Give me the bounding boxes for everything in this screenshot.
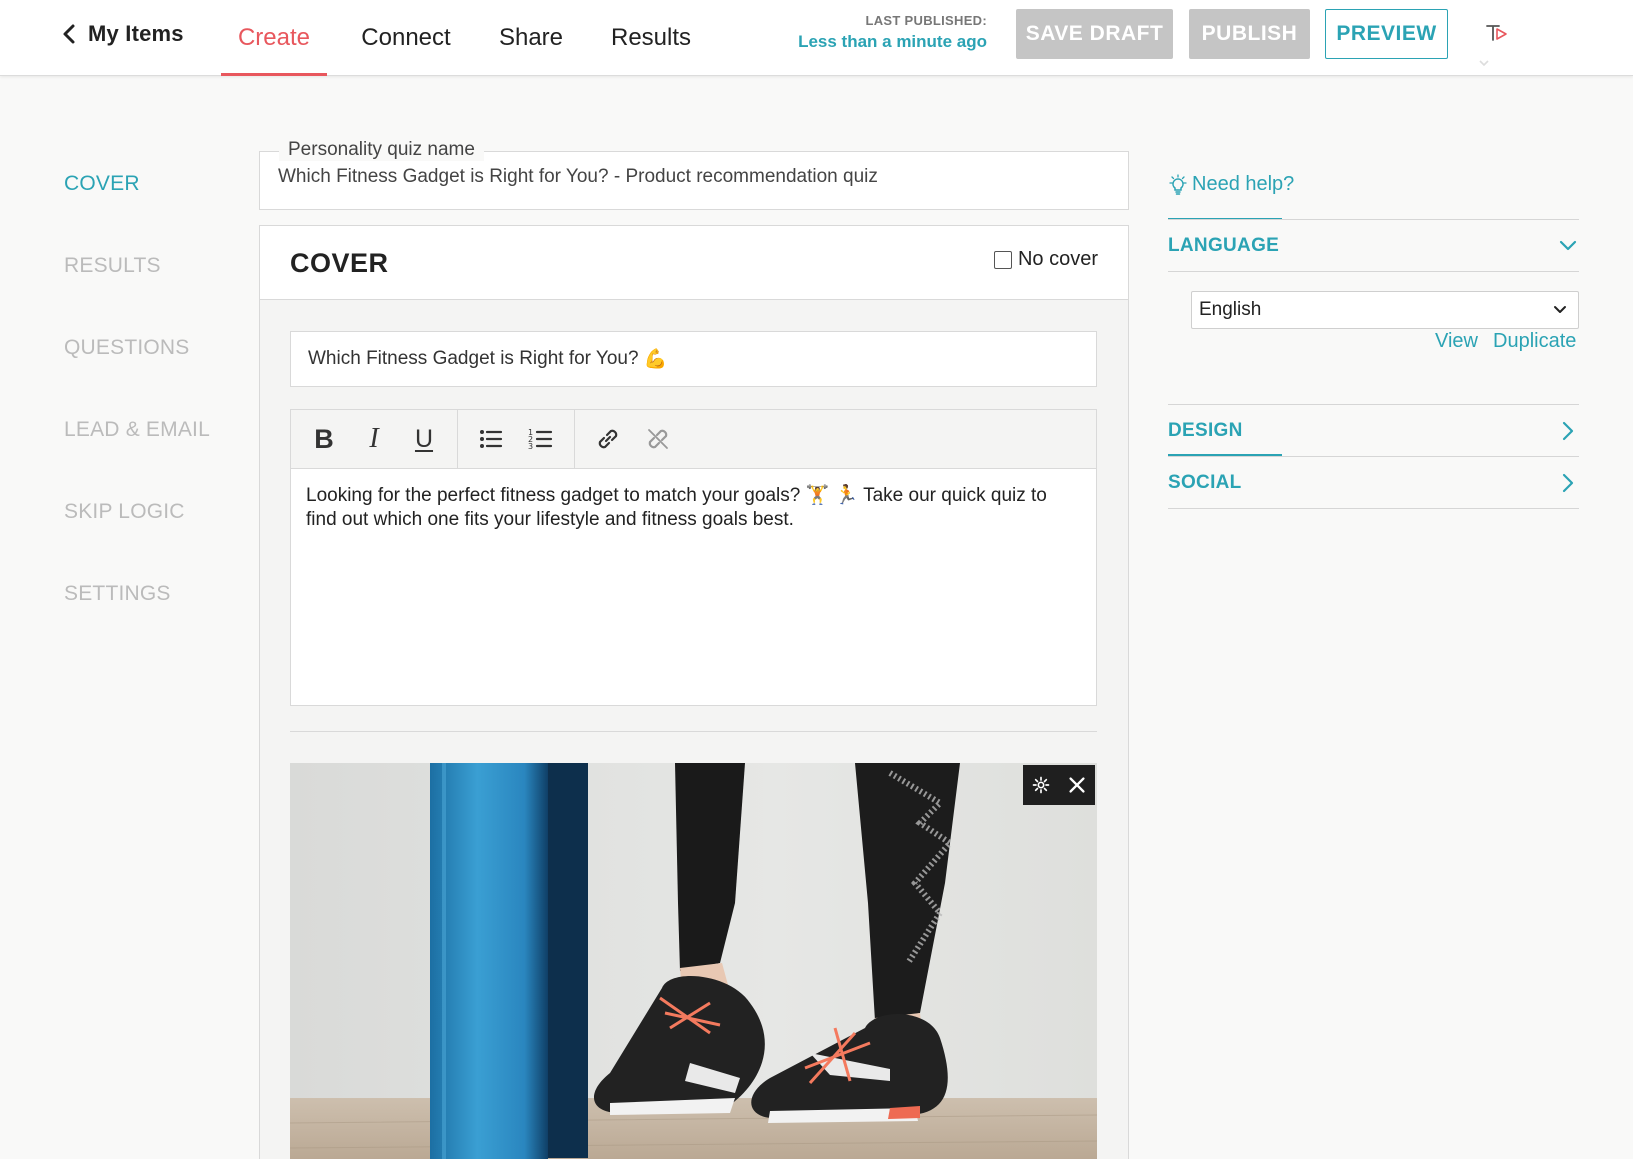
tab-share[interactable]: Share bbox=[488, 0, 574, 76]
bold-icon: B bbox=[314, 423, 334, 454]
bulleted-list-button[interactable] bbox=[466, 417, 516, 461]
duplicate-language-link[interactable]: Duplicate bbox=[1493, 330, 1576, 353]
close-icon bbox=[1069, 777, 1085, 793]
sidebar-item-questions[interactable]: QUESTIONS bbox=[64, 336, 189, 360]
image-tools bbox=[1023, 765, 1095, 805]
view-language-link[interactable]: View bbox=[1435, 330, 1478, 353]
divider bbox=[1168, 404, 1579, 405]
last-published-value: Less than a minute ago bbox=[798, 32, 987, 51]
format-group: B I U bbox=[291, 410, 458, 468]
unlink-button[interactable] bbox=[633, 417, 683, 461]
last-published-status: LAST PUBLISHED: Less than a minute ago bbox=[798, 13, 987, 52]
language-selected-value: English bbox=[1199, 299, 1262, 320]
chevron-down-icon[interactable] bbox=[1478, 58, 1490, 68]
cover-image[interactable] bbox=[290, 763, 1097, 1159]
checkbox-icon[interactable] bbox=[993, 250, 1012, 269]
cover-description-editor[interactable]: Looking for the perfect fitness gadget t… bbox=[290, 469, 1097, 706]
chevron-right-icon bbox=[1562, 473, 1574, 493]
quiz-name-label: Personality quiz name bbox=[279, 139, 484, 161]
link-icon bbox=[598, 429, 618, 449]
fitness-emojis: 🏋️ 🏃 bbox=[805, 485, 859, 506]
italic-button[interactable]: I bbox=[349, 417, 399, 461]
language-section-header[interactable]: LANGUAGE bbox=[1168, 221, 1579, 271]
save-draft-button[interactable]: SAVE DRAFT bbox=[1016, 9, 1173, 59]
tab-create[interactable]: Create bbox=[221, 0, 327, 76]
description-text-part1: Looking for the perfect fitness gadget t… bbox=[306, 485, 801, 506]
sneakers-photo-illustration bbox=[290, 763, 1097, 1159]
need-help-label: Need help? bbox=[1192, 173, 1295, 195]
italic-icon: I bbox=[369, 423, 379, 454]
tab-results[interactable]: Results bbox=[600, 0, 702, 76]
sidebar-item-settings[interactable]: SETTINGS bbox=[64, 582, 171, 606]
back-to-my-items-link[interactable]: My Items bbox=[60, 20, 184, 48]
cover-section-title: COVER bbox=[290, 248, 389, 278]
language-select[interactable]: English bbox=[1191, 291, 1579, 329]
chevron-left-icon bbox=[63, 24, 75, 44]
preview-button[interactable]: PREVIEW bbox=[1325, 9, 1448, 59]
publish-button[interactable]: PUBLISH bbox=[1189, 9, 1310, 59]
rich-text-toolbar: B I U 1 2 3 bbox=[290, 409, 1097, 469]
design-section-header[interactable]: DESIGN bbox=[1168, 406, 1579, 456]
tab-connect[interactable]: Connect bbox=[350, 0, 462, 76]
svg-text:3: 3 bbox=[528, 442, 533, 451]
top-bar: My Items Create Connect Share Results LA… bbox=[0, 0, 1633, 76]
back-label: My Items bbox=[88, 21, 184, 46]
divider bbox=[1168, 219, 1579, 220]
chevron-down-icon bbox=[1559, 240, 1577, 251]
image-settings-button[interactable] bbox=[1027, 771, 1055, 799]
numbered-list-button[interactable]: 1 2 3 bbox=[516, 417, 566, 461]
social-label: SOCIAL bbox=[1168, 472, 1242, 493]
remove-image-button[interactable] bbox=[1063, 771, 1091, 799]
cover-title-input[interactable]: Which Fitness Gadget is Right for You? 💪 bbox=[290, 331, 1097, 387]
quiz-name-input[interactable] bbox=[278, 166, 1098, 188]
cover-card: COVER No cover Which Fitness Gadget is R… bbox=[259, 225, 1129, 1159]
chevron-right-icon bbox=[1562, 421, 1574, 441]
underline-button[interactable]: U bbox=[399, 417, 449, 461]
divider bbox=[1168, 508, 1579, 509]
divider bbox=[1168, 456, 1579, 457]
last-published-label: LAST PUBLISHED: bbox=[865, 13, 987, 28]
design-label: DESIGN bbox=[1168, 420, 1243, 441]
lightbulb-icon bbox=[1169, 173, 1187, 195]
need-help-link[interactable]: Need help? bbox=[1168, 173, 1294, 196]
sidebar-item-lead-email[interactable]: LEAD & EMAIL bbox=[64, 418, 210, 442]
cover-title-text: Which Fitness Gadget is Right for You? bbox=[308, 348, 639, 369]
social-section-header[interactable]: SOCIAL bbox=[1168, 458, 1579, 508]
bulleted-list-icon bbox=[480, 430, 503, 448]
unlink-icon bbox=[648, 429, 668, 449]
sidebar-item-skip-logic[interactable]: SKIP LOGIC bbox=[64, 500, 185, 524]
flexed-biceps-emoji: 💪 bbox=[643, 349, 668, 370]
no-cover-checkbox[interactable]: No cover bbox=[993, 248, 1098, 271]
brand-logo-icon[interactable] bbox=[1484, 20, 1510, 46]
divider bbox=[290, 731, 1097, 732]
chevron-down-icon bbox=[1554, 306, 1566, 313]
underline-icon: U bbox=[414, 424, 434, 453]
list-group: 1 2 3 bbox=[458, 410, 575, 468]
sidebar-item-results[interactable]: RESULTS bbox=[64, 254, 161, 278]
gear-icon bbox=[1032, 776, 1050, 794]
numbered-list-icon: 1 2 3 bbox=[528, 428, 553, 451]
language-label: LANGUAGE bbox=[1168, 235, 1280, 256]
link-button[interactable] bbox=[583, 417, 633, 461]
sidebar-item-cover[interactable]: COVER bbox=[64, 172, 140, 196]
no-cover-label: No cover bbox=[1017, 248, 1098, 270]
link-group bbox=[575, 410, 691, 468]
cover-card-header: COVER No cover bbox=[260, 226, 1128, 300]
bold-button[interactable]: B bbox=[299, 417, 349, 461]
divider bbox=[1168, 271, 1579, 272]
